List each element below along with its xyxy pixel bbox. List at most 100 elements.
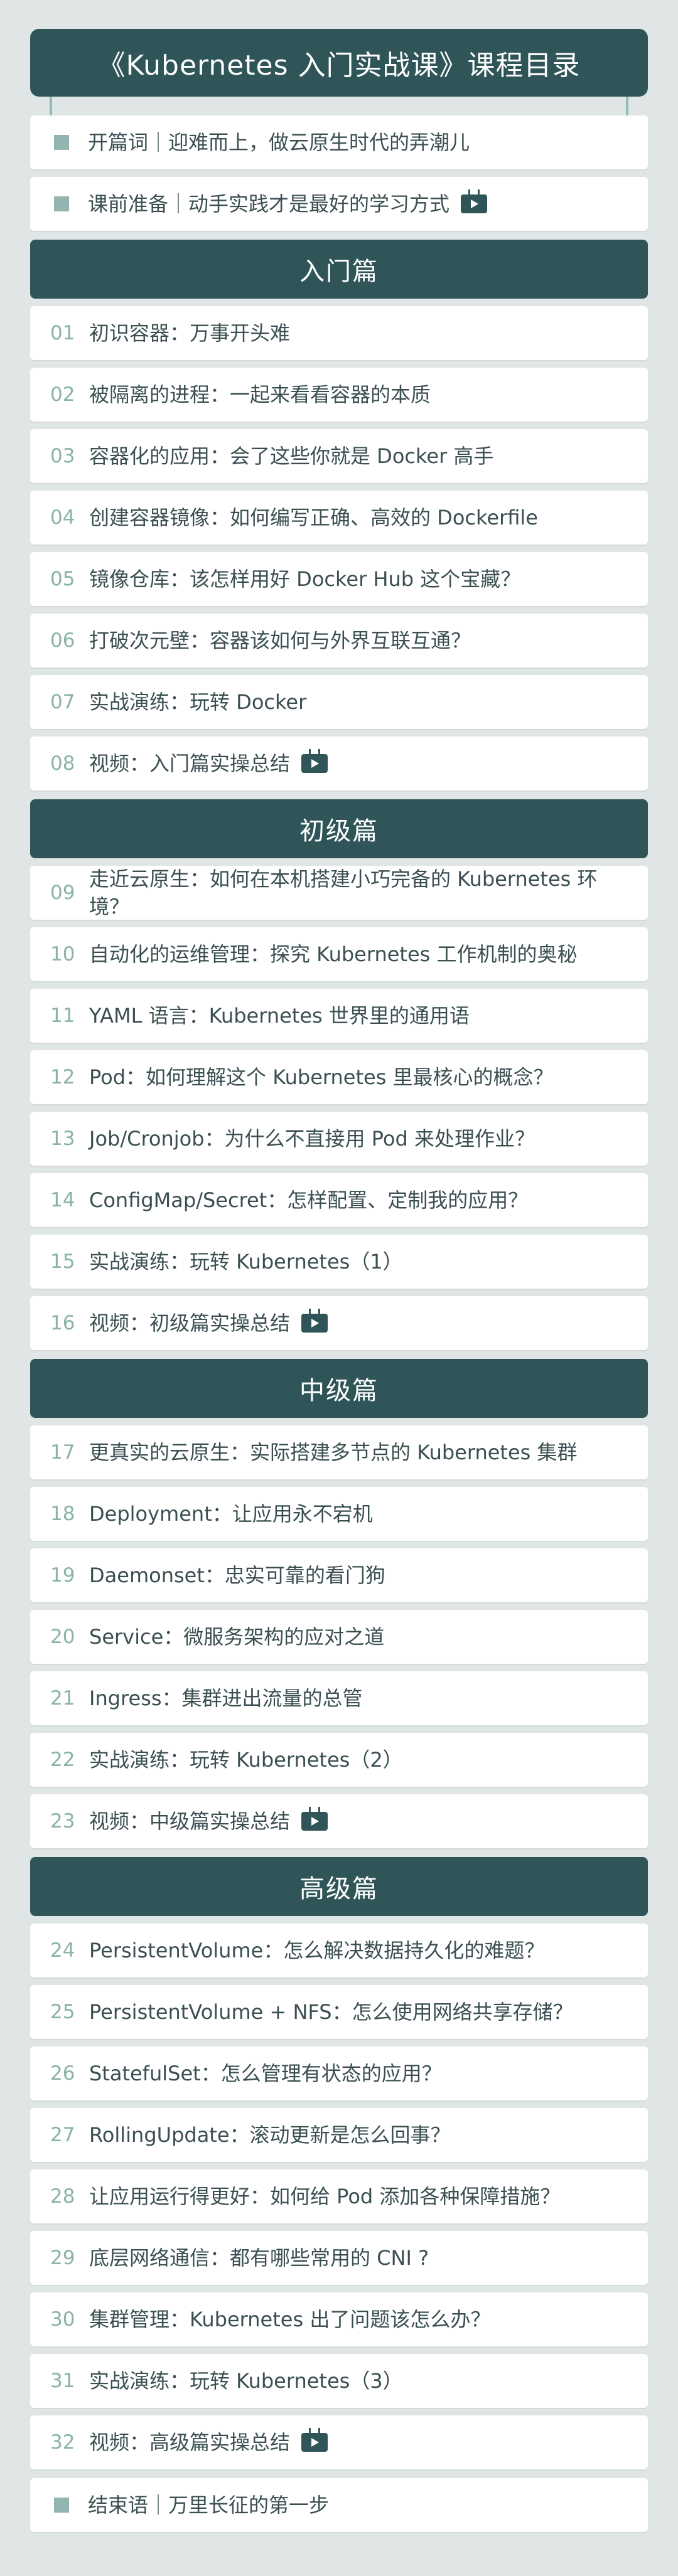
lesson-item[interactable]: 05 镜像仓库：该怎样用好 Docker Hub 这个宝藏？ (30, 552, 648, 606)
lesson-item[interactable]: 17 更真实的云原生：实际搭建多节点的 Kubernetes 集群 (30, 1425, 648, 1479)
lesson-title: 镜像仓库：该怎样用好 Docker Hub 这个宝藏？ (89, 567, 521, 591)
lesson-title: 视频：高级篇实操总结 (89, 2429, 629, 2456)
lesson-title: 容器化的应用：会了这些你就是 Docker 高手 (89, 444, 494, 468)
list-item[interactable]: 课前准备｜动手实践才是最好的学习方式 (30, 177, 648, 231)
lesson-item[interactable]: 18 Deployment：让应用永不宕机 (30, 1487, 648, 1541)
lesson-number: 01 (50, 322, 75, 344)
video-icon (301, 1314, 328, 1333)
lesson-number: 08 (50, 752, 75, 775)
lesson-number: 21 (50, 1687, 75, 1710)
lesson-title: 自动化的运维管理：探究 Kubernetes 工作机制的奥秘 (89, 942, 578, 966)
lesson-number: 06 (50, 629, 75, 652)
lesson-number: 09 (50, 881, 75, 904)
lesson-item[interactable]: 07 实战演练：玩转 Docker (30, 675, 648, 729)
lesson-title: 视频：入门篇实操总结 (89, 750, 629, 777)
lesson-item[interactable]: 14 ConfigMap/Secret：怎样配置、定制我的应用？ (30, 1173, 648, 1227)
lesson-item[interactable]: 22 实战演练：玩转 Kubernetes（2） (30, 1733, 648, 1787)
lesson-number: 32 (50, 2431, 75, 2454)
video-icon (301, 754, 328, 773)
lesson-number: 13 (50, 1127, 75, 1150)
lesson-item[interactable]: 26 StatefulSet：怎么管理有状态的应用？ (30, 2046, 648, 2100)
lesson-number: 19 (50, 1564, 75, 1587)
lesson-title: PersistentVolume：怎么解决数据持久化的难题？ (89, 1939, 545, 1962)
lesson-title: 视频：初级篇实操总结 (89, 1309, 629, 1337)
lesson-title: 创建容器镜像：如何编写正确、高效的 Dockerfile (89, 506, 538, 530)
section-header: 高级篇 (30, 1857, 648, 1916)
lesson-title: 让应用运行得更好：如何给 Pod 添加各种保障措施？ (89, 2185, 561, 2208)
lesson-number: 25 (50, 2001, 75, 2023)
lesson-number: 12 (50, 1066, 75, 1088)
lesson-number: 31 (50, 2370, 75, 2392)
lesson-item[interactable]: 28 让应用运行得更好：如何给 Pod 添加各种保障措施？ (30, 2169, 648, 2223)
lesson-title: Pod：如何理解这个 Kubernetes 里最核心的概念？ (89, 1065, 554, 1089)
lesson-number: 14 (50, 1189, 75, 1211)
lesson-item[interactable]: 24 PersistentVolume：怎么解决数据持久化的难题？ (30, 1924, 648, 1977)
lesson-number: 03 (50, 445, 75, 467)
lesson-title: StatefulSet：怎么管理有状态的应用？ (89, 2062, 442, 2085)
lesson-item[interactable]: 32 视频：高级篇实操总结 (30, 2415, 648, 2469)
lesson-item[interactable]: 29 底层网络通信：都有哪些常用的 CNI ? (30, 2231, 648, 2285)
lesson-item[interactable]: 12 Pod：如何理解这个 Kubernetes 里最核心的概念？ (30, 1050, 648, 1104)
lesson-item[interactable]: 02 被隔离的进程：一起来看看容器的本质 (30, 368, 648, 422)
page-title: 《Kubernetes 入门实战课》课程目录 (30, 29, 648, 97)
section-header: 入门篇 (30, 240, 648, 299)
square-bullet-icon (54, 196, 69, 211)
lesson-item[interactable]: 08 视频：入门篇实操总结 (30, 737, 648, 790)
lesson-item[interactable]: 10 自动化的运维管理：探究 Kubernetes 工作机制的奥秘 (30, 927, 648, 981)
lesson-title: 走近云原生：如何在本机搭建小巧完备的 Kubernetes 环境？ (89, 867, 598, 918)
lesson-title: Service：微服务架构的应对之道 (89, 1625, 385, 1649)
lesson-title: 打破次元壁：容器该如何与外界互联互通？ (89, 629, 471, 652)
list-item[interactable]: 结束语｜万里长征的第一步 (30, 2478, 648, 2532)
lesson-item[interactable]: 31 实战演练：玩转 Kubernetes（3） (30, 2354, 648, 2408)
lesson-number: 29 (50, 2247, 75, 2269)
lesson-number: 02 (50, 383, 75, 406)
lesson-title: 被隔离的进程：一起来看看容器的本质 (89, 383, 431, 407)
lesson-item[interactable]: 01 初识容器：万事开头难 (30, 306, 648, 360)
lesson-title: ConfigMap/Secret：怎样配置、定制我的应用？ (89, 1188, 529, 1212)
lesson-title: Job/Cronjob：为什么不直接用 Pod 来处理作业？ (89, 1127, 535, 1151)
lesson-title: 底层网络通信：都有哪些常用的 CNI ? (89, 2246, 429, 2270)
lesson-number: 15 (50, 1250, 75, 1273)
lesson-item[interactable]: 21 Ingress：集群进出流量的总管 (30, 1671, 648, 1725)
lesson-item[interactable]: 03 容器化的应用：会了这些你就是 Docker 高手 (30, 429, 648, 483)
lesson-number: 20 (50, 1626, 75, 1648)
lesson-number: 22 (50, 1748, 75, 1771)
lesson-number: 24 (50, 1939, 75, 1962)
lesson-title: 初识容器：万事开头难 (89, 321, 291, 345)
lesson-title: 结束语｜万里长征的第一步 (88, 2493, 330, 2517)
lesson-number: 17 (50, 1441, 75, 1464)
lesson-title: Daemonset：忠实可靠的看门狗 (89, 1563, 385, 1587)
lesson-title: 开篇词｜迎难而上，做云原生时代的弄潮儿 (88, 130, 470, 154)
lesson-title: RollingUpdate：滚动更新是怎么回事？ (89, 2123, 451, 2147)
video-icon (461, 194, 488, 213)
lesson-item[interactable]: 16 视频：初级篇实操总结 (30, 1296, 648, 1350)
lesson-item[interactable]: 11 YAML 语言：Kubernetes 世界里的通用语 (30, 989, 648, 1043)
lesson-title: PersistentVolume + NFS：怎么使用网络共享存储？ (89, 2000, 573, 2024)
lesson-item[interactable]: 19 Daemonset：忠实可靠的看门狗 (30, 1548, 648, 1602)
lesson-title: 集群管理：Kubernetes 出了问题该怎么办？ (89, 2307, 491, 2331)
lesson-title: 实战演练：玩转 Docker (89, 690, 307, 714)
section-header: 初级篇 (30, 799, 648, 858)
lesson-title: 实战演练：玩转 Kubernetes（3） (89, 2369, 403, 2393)
video-icon (301, 1812, 328, 1831)
lesson-number: 04 (50, 506, 75, 529)
lesson-number: 23 (50, 1810, 75, 1833)
lesson-item[interactable]: 23 视频：中级篇实操总结 (30, 1794, 648, 1848)
lesson-title: YAML 语言：Kubernetes 世界里的通用语 (89, 1004, 470, 1028)
list-item[interactable]: 开篇词｜迎难而上，做云原生时代的弄潮儿 (30, 115, 648, 169)
lesson-item[interactable]: 30 集群管理：Kubernetes 出了问题该怎么办？ (30, 2292, 648, 2346)
lesson-item[interactable]: 04 创建容器镜像：如何编写正确、高效的 Dockerfile (30, 491, 648, 545)
lesson-title: Deployment：让应用永不宕机 (89, 1502, 373, 1526)
lesson-title: 更真实的云原生：实际搭建多节点的 Kubernetes 集群 (89, 1440, 578, 1464)
lesson-title: 实战演练：玩转 Kubernetes（2） (89, 1748, 403, 1772)
lesson-number: 28 (50, 2185, 75, 2208)
lesson-item[interactable]: 25 PersistentVolume + NFS：怎么使用网络共享存储？ (30, 1985, 648, 2039)
lesson-item[interactable]: 06 打破次元壁：容器该如何与外界互联互通？ (30, 614, 648, 668)
lesson-item[interactable]: 09 走近云原生：如何在本机搭建小巧完备的 Kubernetes 环境？ (30, 866, 648, 920)
lesson-item[interactable]: 20 Service：微服务架构的应对之道 (30, 1610, 648, 1664)
lesson-item[interactable]: 27 RollingUpdate：滚动更新是怎么回事？ (30, 2108, 648, 2162)
lesson-number: 26 (50, 2062, 75, 2085)
lesson-number: 18 (50, 1503, 75, 1525)
lesson-item[interactable]: 15 实战演练：玩转 Kubernetes（1） (30, 1235, 648, 1289)
lesson-item[interactable]: 13 Job/Cronjob：为什么不直接用 Pod 来处理作业？ (30, 1112, 648, 1166)
